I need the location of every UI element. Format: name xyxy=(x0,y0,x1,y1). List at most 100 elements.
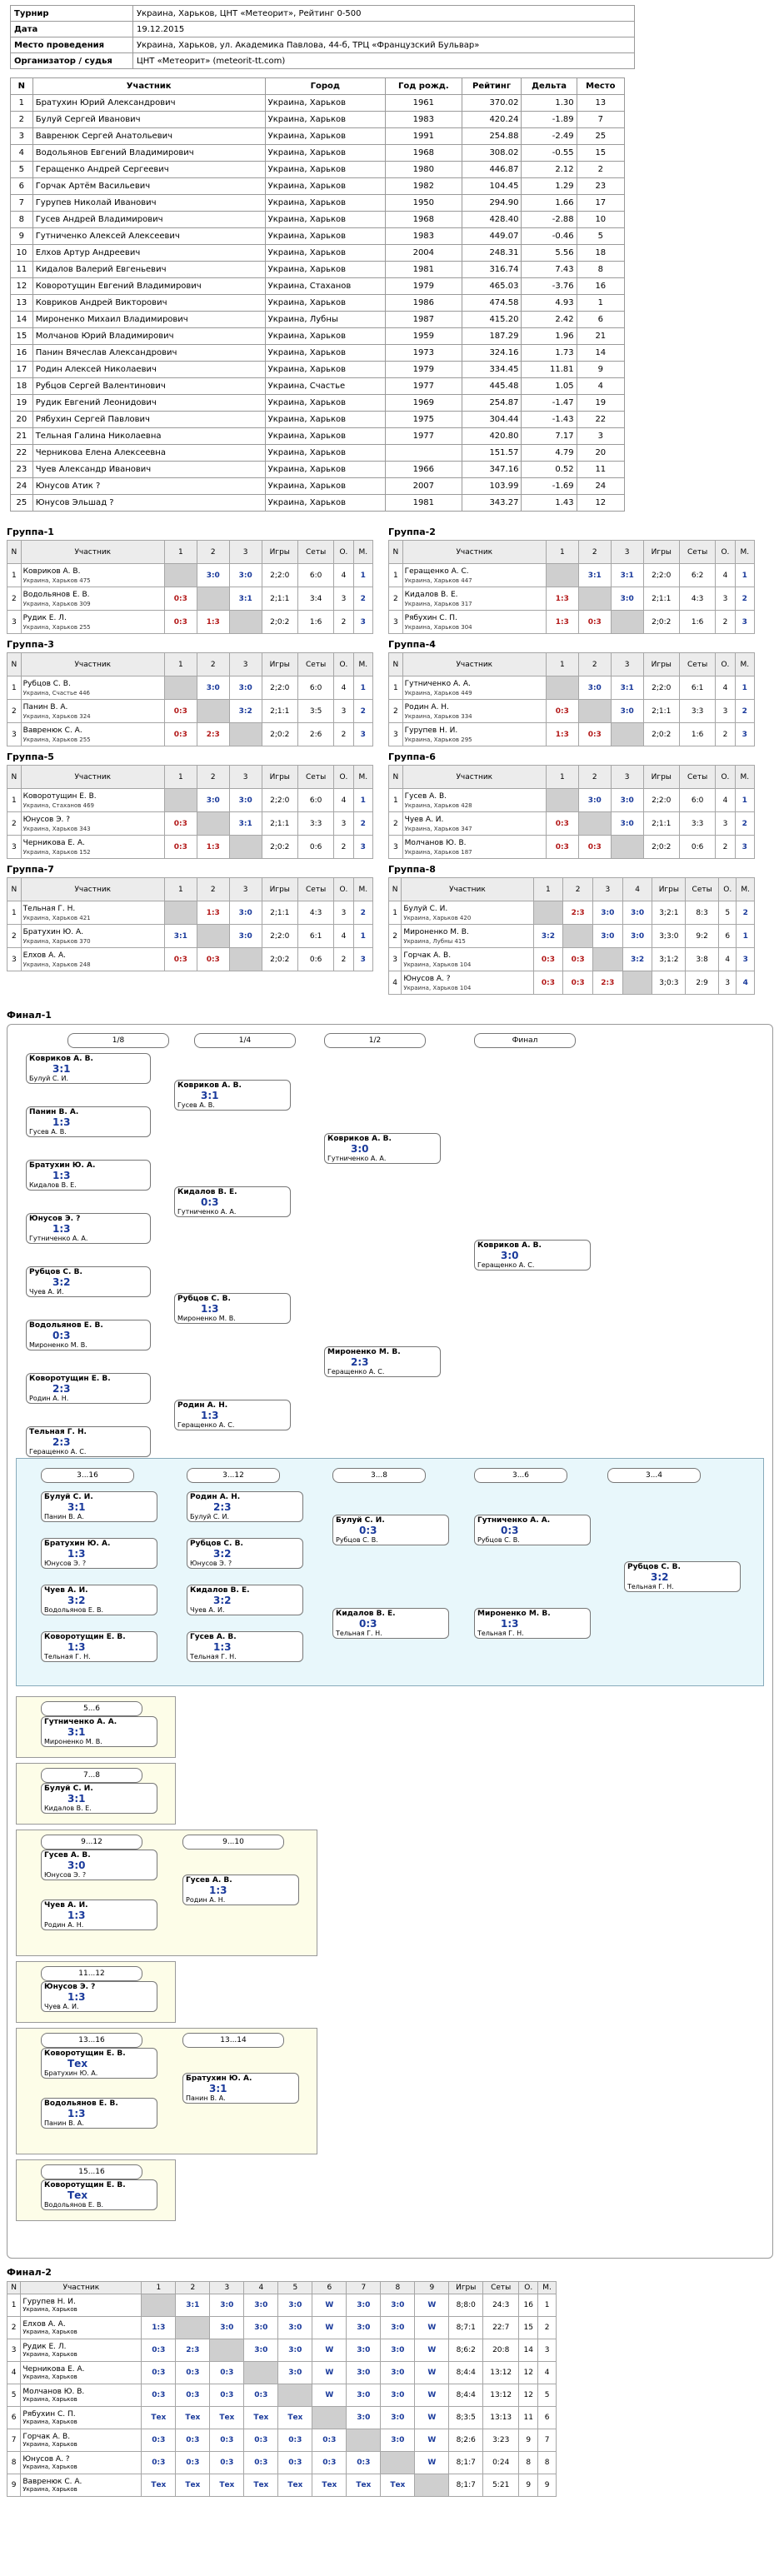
match-player-a: Гусев А. В. xyxy=(186,1876,232,1885)
r8-match: Тельная Г. Н. 2:3 Геращенко А. С. xyxy=(26,1426,151,1457)
match-score: 3:0 xyxy=(501,1250,519,1261)
group-score: 3:1 xyxy=(610,676,644,700)
group-sets: 4:3 xyxy=(297,901,335,925)
player-row: 17 Родин Алексей Николаевич Украина, Харьк… xyxy=(10,361,626,378)
final2-score: Тех xyxy=(243,2406,279,2429)
final2-sets: 13:13 xyxy=(482,2406,520,2429)
group-row-number: 1 xyxy=(387,901,402,925)
round-header: 3...6 xyxy=(474,1468,567,1483)
match-player-a: Гусев А. В. xyxy=(44,1851,91,1860)
player-name: Рудик Е. Л. xyxy=(22,614,67,622)
final2-score: 0:3 xyxy=(209,2451,245,2474)
final2-score: 3:0 xyxy=(346,2316,382,2339)
player-cell: 1982 xyxy=(385,177,462,195)
c8-match: Булуй С. И. 0:3 Рубцов С. В. xyxy=(332,1515,449,1545)
group-games: 2;2:0 xyxy=(261,563,298,587)
final2-games: 8;3:5 xyxy=(448,2406,484,2429)
final2-games: 8;6:2 xyxy=(448,2339,484,2362)
player-cell: 1977 xyxy=(385,377,462,395)
final2-score: 3:0 xyxy=(277,2316,313,2339)
match-player-a: Юнусов Э. ? xyxy=(44,1983,96,1991)
player-cell: 294.90 xyxy=(461,194,522,212)
group-row: 3 Елхов А. А. Украина, Харьков 248 0:3 0:3 2;… xyxy=(7,947,374,971)
group-score: 2:3 xyxy=(196,722,230,746)
groups-section: Группа-1 N Участник 1 2 3 Игры Сеты О. М. 1 Коврико… xyxy=(7,527,777,995)
player-name: Юнусов А. ? xyxy=(403,975,451,983)
final2-score: 3:0 xyxy=(380,2316,416,2339)
group-header-cell: 1 xyxy=(532,877,564,901)
player-name: Геращенко А. С. xyxy=(404,567,469,576)
player-cell: 1979 xyxy=(385,361,462,378)
final2-score xyxy=(312,2406,347,2429)
round-header: 3...12 xyxy=(187,1468,280,1483)
group-score xyxy=(545,676,579,700)
group-row-number: 1 xyxy=(388,563,403,587)
group-header-row: N Участник 1 2 3 Игры Сеты О. М. xyxy=(388,540,756,564)
group-player: Рубцов С. В. Украина, Счастье 446 xyxy=(20,676,165,700)
player-row: 25 Юнусов Эльшад ? Украина, Харьков 1981 343… xyxy=(10,494,626,512)
final2-sets: 13:12 xyxy=(482,2361,520,2384)
player-cell: 1979 xyxy=(385,277,462,295)
player-cell: 22 xyxy=(10,444,33,462)
group-header-cell: Игры xyxy=(642,765,680,789)
group-header-cell: О. xyxy=(715,652,736,676)
group-games: 2;2:0 xyxy=(261,676,298,700)
group-score xyxy=(610,610,644,634)
player-row: 14 Мироненко Михаил Владимирович Украина, … xyxy=(10,311,626,328)
player-name: Тельная Г. Н. xyxy=(22,905,76,913)
group-header-cell: Игры xyxy=(642,652,680,676)
final2-sets: 3:23 xyxy=(482,2429,520,2452)
group-header-cell: 2 xyxy=(196,765,230,789)
group-points: 4 xyxy=(333,924,354,948)
group-header-cell: Участник xyxy=(20,877,165,901)
player-cell: Братухин Юрий Александрович xyxy=(32,94,266,112)
player-cell: 248.31 xyxy=(461,244,522,262)
final2-points: 9 xyxy=(518,2429,539,2452)
group-score: 3:1 xyxy=(163,924,197,948)
match-player-b: Чуев А. И. xyxy=(29,1288,64,1295)
player-cell: 254.88 xyxy=(461,127,522,145)
group-table: N Участник 1 2 3 Игры Сеты О. М. 1 Рубцов С. В. Укр… xyxy=(7,652,374,746)
group-player: Молчанов Ю. В. Украина, Харьков 187 xyxy=(402,835,547,859)
group-block: Группа-4 N Участник 1 2 3 Игры Сеты О. М. 1 Гутниче… xyxy=(388,639,765,746)
players-header-cell: Участник xyxy=(32,77,266,95)
match-score: 2:3 xyxy=(351,1356,369,1368)
group-score: 1:3 xyxy=(196,610,230,634)
player-row: 5 Геращенко Андрей Сергеевич Украина, Харь… xyxy=(10,161,626,178)
player-name: Мироненко М. В. xyxy=(403,928,469,936)
match-player-b: Братухин Ю. А. xyxy=(44,2069,98,2077)
group-row: 3 Вавренюк С. А. Украина, Харьков 255 0:3 2:… xyxy=(7,722,374,746)
group-header-cell: М. xyxy=(734,652,756,676)
group-sets: 8:3 xyxy=(685,901,720,925)
final2-header-cell: 1 xyxy=(141,2281,177,2294)
player-cell: Рубцов Сергей Валентинович xyxy=(32,377,266,395)
group-place: 3 xyxy=(352,947,374,971)
player-cell: 15 xyxy=(576,144,626,162)
match-player-b: Тельная Г. Н. xyxy=(190,1653,237,1660)
group-header-cell: N xyxy=(7,652,22,676)
group-row: 3 Рудик Е. Л. Украина, Харьков 255 0:3 1:3 2;… xyxy=(7,610,374,634)
player-name: Водольянов Е. В. xyxy=(22,591,90,599)
group-header-cell: Сеты xyxy=(685,877,720,901)
player-cell xyxy=(385,444,462,462)
match-score: 3:2 xyxy=(651,1571,669,1583)
player-cell: 18 xyxy=(576,244,626,262)
group-player: Елхов А. А. Украина, Харьков 248 xyxy=(20,947,165,971)
group-games: 2;0:2 xyxy=(261,835,298,859)
match-score: 3:0 xyxy=(351,1143,369,1155)
group-score xyxy=(545,563,579,587)
match-player-a: Мироненко М. В. xyxy=(477,1610,551,1618)
group-score xyxy=(163,901,197,925)
group-row: 1 Тельная Г. Н. Украина, Харьков 421 1:3 3:0… xyxy=(7,901,374,925)
final2-score xyxy=(141,2294,177,2317)
group-row: 1 Ковриков А. В. Украина, Харьков 475 3:0 3:… xyxy=(7,563,374,587)
group-score: 1:3 xyxy=(196,901,230,925)
group-header-cell: Сеты xyxy=(678,652,717,676)
match-score: 1:3 xyxy=(67,1991,86,2003)
group-header-cell: Участник xyxy=(20,765,165,789)
player-name: Елхов А. А. xyxy=(22,951,66,960)
match-player-a: Братухин Ю. А. xyxy=(186,2074,252,2083)
group-score xyxy=(163,676,197,700)
final2-score: 0:3 xyxy=(243,2429,279,2452)
final2-player: Рудик Е. Л. Украина, Харьков xyxy=(20,2339,142,2362)
